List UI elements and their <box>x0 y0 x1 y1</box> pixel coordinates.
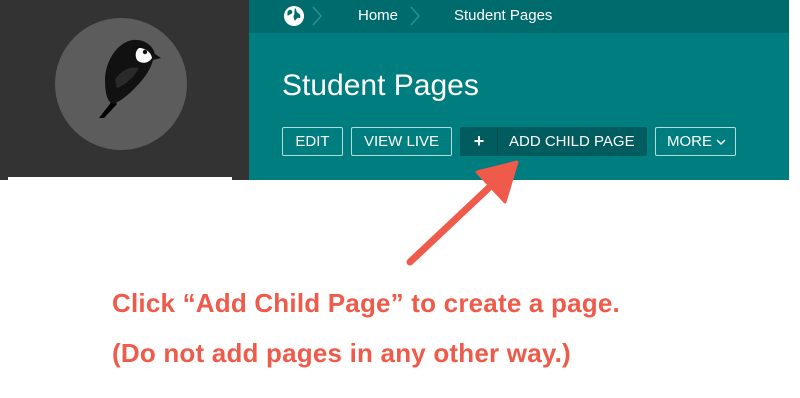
sidebar <box>0 0 249 180</box>
chevron-right-icon <box>410 6 421 26</box>
instruction-line-1: Click “Add Child Page” to create a page. <box>112 288 620 318</box>
wagtail-logo[interactable] <box>55 18 187 150</box>
window-edge <box>789 0 800 180</box>
more-button[interactable]: MORE <box>655 127 736 156</box>
breadcrumb-home[interactable]: Home <box>358 7 398 24</box>
chevron-down-icon <box>716 139 726 146</box>
breadcrumb-current[interactable]: Student Pages <box>454 7 552 24</box>
chevron-right-icon <box>312 6 323 26</box>
sidebar-divider <box>8 177 232 180</box>
more-label: MORE <box>667 133 712 150</box>
globe-icon[interactable] <box>283 5 305 27</box>
breadcrumb: Home Student Pages <box>249 0 789 33</box>
edit-button[interactable]: EDIT <box>282 127 343 156</box>
page-title: Student Pages <box>282 69 479 102</box>
instruction-line-2: (Do not add pages in any other way.) <box>112 338 571 368</box>
arrow-icon <box>406 160 519 266</box>
bird-logo-icon <box>99 39 161 118</box>
